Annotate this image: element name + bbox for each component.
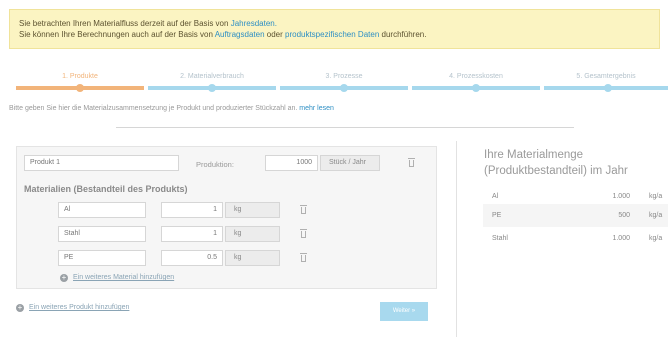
add-product-link[interactable]: Ein weiteres Produkt hinzufügen (29, 304, 129, 311)
link-auftragsdaten[interactable]: Auftragsdaten (215, 30, 265, 39)
plus-circle-icon[interactable]: + (60, 274, 68, 282)
material-unit: kg (225, 202, 280, 218)
production-label: Produktion: (196, 160, 234, 169)
trash-icon[interactable] (300, 253, 307, 262)
materials-heading: Materialien (Bestandteil des Produkts) (24, 184, 188, 194)
notice-text: Sie betrachten Ihren Materialfluss derze… (19, 19, 229, 28)
summary-title-line-2: (Produktbestandteil) im Jahr (484, 165, 628, 177)
summary-value: 500 (618, 212, 630, 219)
add-material-link[interactable]: Ein weiteres Material hinzufügen (73, 274, 174, 281)
info-notice: Sie betrachten Ihren Materialfluss derze… (9, 9, 660, 49)
trash-icon[interactable] (300, 229, 307, 238)
trash-icon[interactable] (408, 158, 415, 167)
production-quantity-input[interactable]: 1000 (265, 155, 318, 171)
product-name-input[interactable]: Produkt 1 (24, 155, 179, 171)
trash-icon[interactable] (300, 205, 307, 214)
step-dot-produkte (76, 84, 84, 92)
material-quantity-input[interactable]: 0.5 (161, 250, 223, 266)
intro-text: Bitte geben Sie hier die Materialzusamme… (9, 105, 334, 112)
step-prozesse[interactable]: 3. Prozesse (280, 73, 408, 80)
plus-circle-icon[interactable]: + (16, 304, 24, 312)
summary-row: PE 500 kg/a (483, 204, 668, 227)
notice-line-1: Sie betrachten Ihren Materialfluss derze… (19, 18, 659, 29)
production-unit: Stück / Jahr (320, 155, 380, 171)
step-produkte[interactable]: 1. Produkte (16, 73, 144, 80)
summary-value: 1.000 (612, 235, 630, 242)
intro-sentence: Bitte geben Sie hier die Materialzusamme… (9, 105, 298, 112)
summary-material: PE (492, 212, 502, 219)
step-dot-prozesskosten (472, 84, 480, 92)
material-quantity-input[interactable]: 1 (161, 202, 223, 218)
material-name-input[interactable]: PE (58, 250, 146, 266)
summary-material: Al (492, 193, 499, 200)
notice-text: durchführen. (381, 30, 427, 39)
notice-text: Sie können Ihre Berechnungen auch auf de… (19, 30, 213, 39)
summary-unit: kg/a (649, 193, 663, 200)
summary-material: Stahl (492, 235, 508, 242)
summary-row: Stahl 1.000 kg/a (483, 227, 668, 250)
more-link[interactable]: mehr lesen (299, 105, 334, 112)
step-dot-prozesse (340, 84, 348, 92)
material-name-input[interactable]: Al (58, 202, 146, 218)
column-divider (456, 141, 457, 337)
step-prozesskosten[interactable]: 4. Prozesskosten (412, 73, 540, 80)
summary-unit: kg/a (649, 212, 663, 219)
step-dot-materialverbrauch (208, 84, 216, 92)
summary-unit: kg/a (649, 235, 663, 242)
material-name-input[interactable]: Stahl (58, 226, 146, 242)
link-produktspezifische-daten[interactable]: produktspezifischen Daten (285, 30, 379, 39)
summary-title-line-1: Ihre Materialmenge (484, 149, 584, 161)
divider (116, 127, 574, 128)
notice-line-2: Sie können Ihre Berechnungen auch auf de… (19, 29, 659, 40)
material-unit: kg (225, 250, 280, 266)
step-dot-gesamtergebnis (604, 84, 612, 92)
step-materialverbrauch[interactable]: 2. Materialverbrauch (148, 73, 276, 80)
summary-title: Ihre Materialmenge (Produktbestandteil) … (484, 147, 664, 179)
summary-value: 1.000 (612, 193, 630, 200)
material-unit: kg (225, 226, 280, 242)
step-gesamtergebnis[interactable]: 5. Gesamtergebnis (544, 73, 668, 80)
notice-text: oder (266, 30, 283, 39)
next-button[interactable]: Weiter » (380, 302, 428, 321)
link-jahresdaten[interactable]: Jahresdaten. (231, 19, 277, 28)
material-quantity-input[interactable]: 1 (161, 226, 223, 242)
